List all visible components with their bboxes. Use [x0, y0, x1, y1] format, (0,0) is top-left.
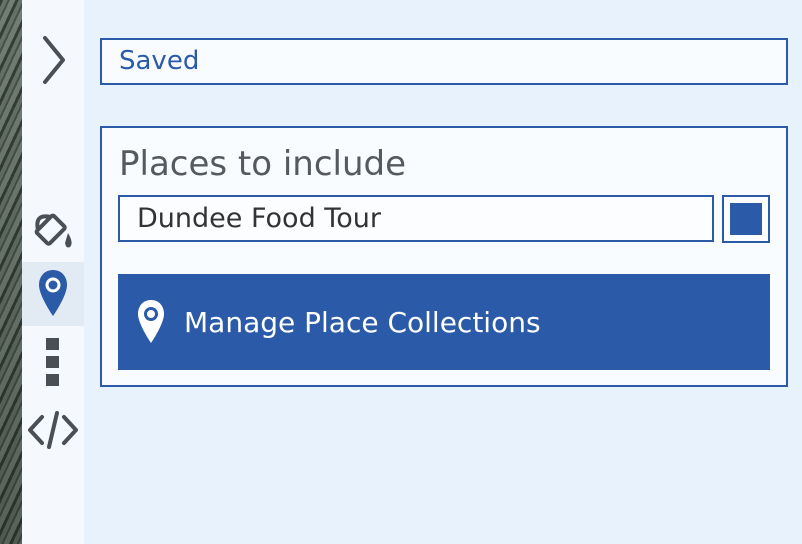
places-card: Places to include Dundee Food Tour Manag… — [100, 126, 788, 387]
sidebar-item-embed[interactable] — [22, 400, 84, 460]
map-pin-icon — [138, 300, 164, 343]
settings-panel: Saved Places to include Dundee Food Tour… — [84, 0, 802, 544]
save-status: Saved — [100, 38, 788, 85]
sidebar-item-places[interactable] — [22, 262, 84, 326]
sidebar-rail — [22, 0, 84, 544]
manage-place-collections-button[interactable]: Manage Place Collections — [118, 274, 770, 370]
places-title: Places to include — [119, 144, 407, 184]
manage-button-label: Manage Place Collections — [184, 305, 541, 339]
paint-bucket-icon — [34, 213, 72, 248]
collection-select[interactable]: Dundee Food Tour — [118, 195, 714, 242]
color-swatch — [730, 203, 762, 235]
chevron-right-icon — [43, 36, 65, 84]
sidebar-item-style[interactable] — [22, 198, 84, 258]
collection-color-button[interactable] — [722, 195, 770, 243]
map-background-strip — [0, 0, 22, 544]
sidebar-item-expand[interactable] — [22, 28, 84, 92]
code-icon — [28, 411, 78, 449]
map-pin-icon — [39, 270, 67, 316]
vertical-dots-icon — [46, 338, 59, 386]
sidebar-item-more[interactable] — [22, 334, 84, 390]
